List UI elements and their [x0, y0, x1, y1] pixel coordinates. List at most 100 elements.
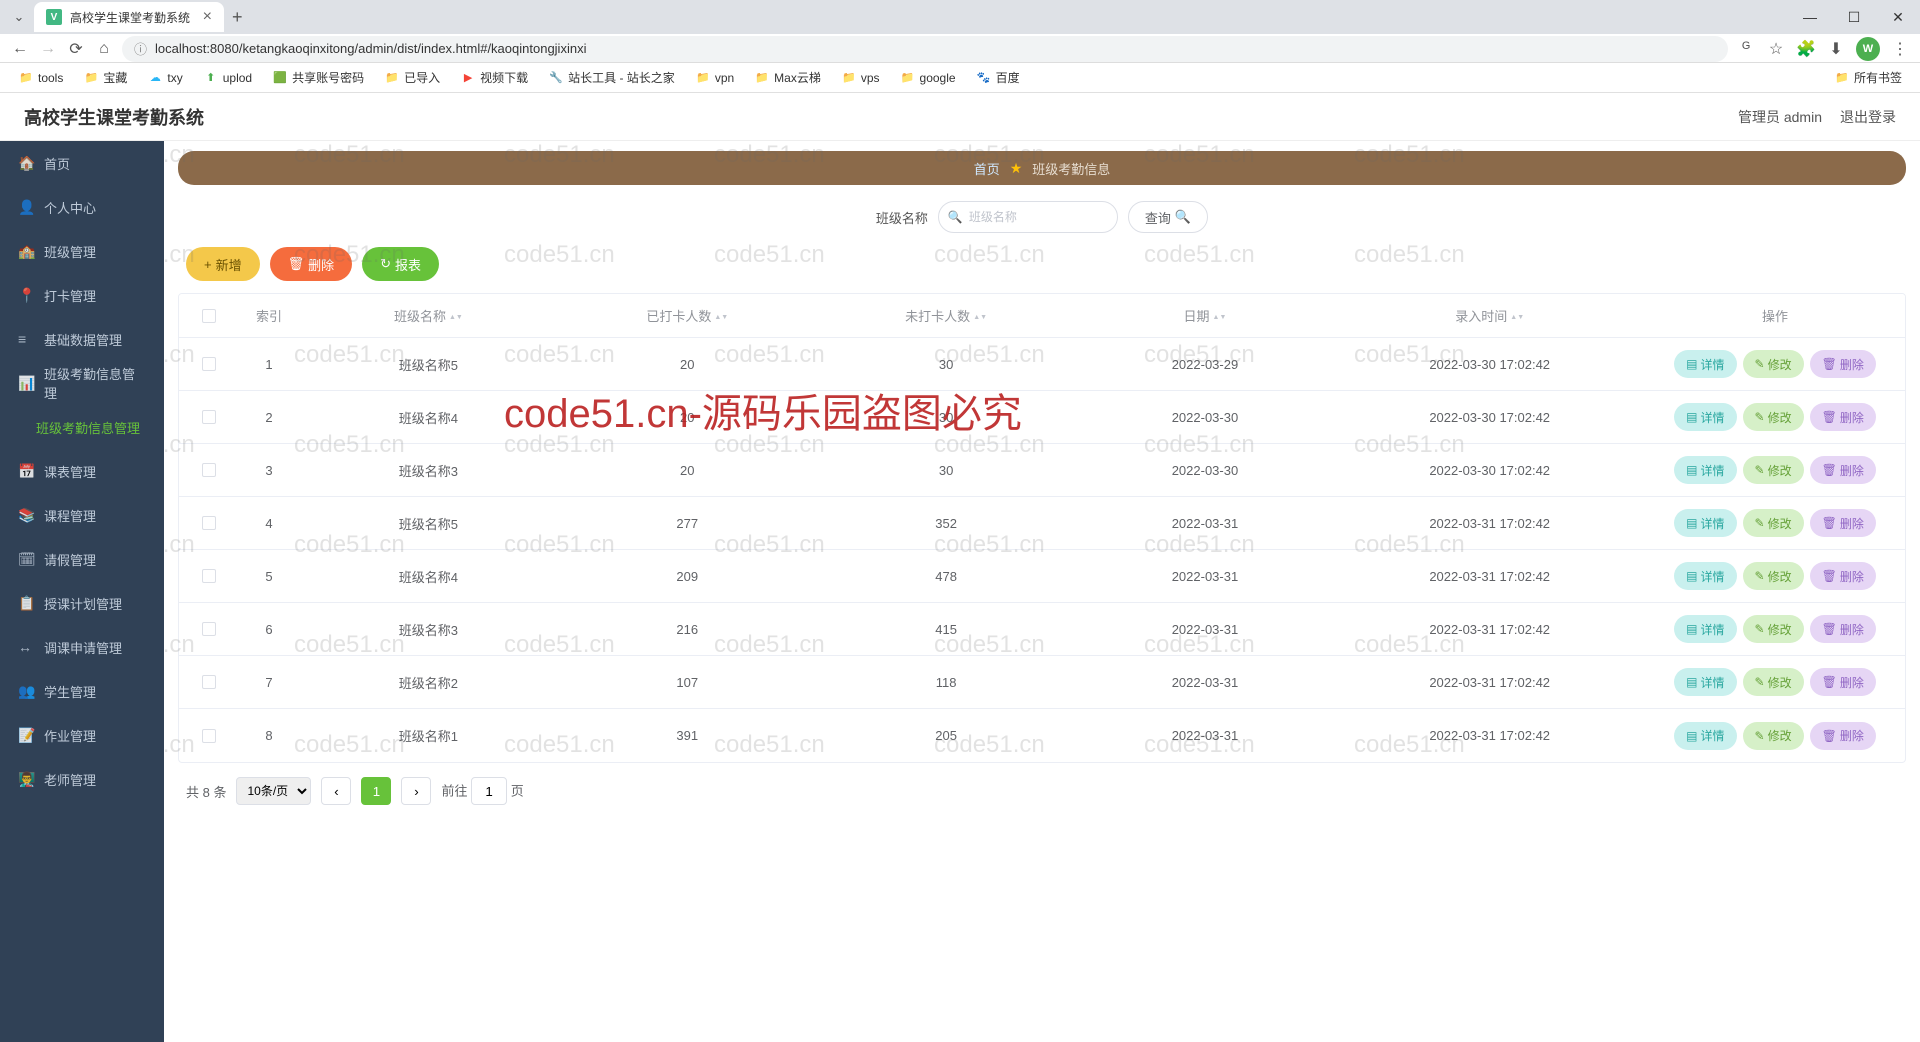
detail-button[interactable]: ▤ 详情	[1674, 456, 1736, 484]
sort-icon[interactable]: ▲▼	[1510, 314, 1524, 321]
select-all-checkbox[interactable]	[202, 309, 216, 323]
reload-button[interactable]: ⟳	[66, 39, 86, 59]
sidebar-item-homework[interactable]: 📝作业管理	[0, 713, 164, 757]
extensions-icon[interactable]: 🧩	[1796, 39, 1816, 59]
sidebar-item-plan[interactable]: 📋授课计划管理	[0, 581, 164, 625]
row-delete-button[interactable]: 🗑 删除	[1810, 668, 1876, 696]
row-checkbox[interactable]	[202, 675, 216, 689]
bookmark-item[interactable]: 🟩共享账号密码	[264, 65, 372, 90]
all-bookmarks[interactable]: 📁所有书签	[1826, 65, 1910, 90]
row-delete-button[interactable]: 🗑 删除	[1810, 509, 1876, 537]
delete-button[interactable]: 🗑删除	[270, 247, 353, 281]
logout-link[interactable]: 退出登录	[1840, 107, 1896, 127]
window-close-button[interactable]: ✕	[1876, 0, 1920, 34]
row-checkbox[interactable]	[202, 729, 216, 743]
sidebar-item-course[interactable]: 📚课程管理	[0, 493, 164, 537]
modify-button[interactable]: ✎ 修改	[1743, 456, 1804, 484]
sidebar-item-attendance-mgmt[interactable]: 📊班级考勤信息管理	[0, 361, 164, 405]
row-delete-button[interactable]: 🗑 删除	[1810, 403, 1876, 431]
detail-button[interactable]: ▤ 详情	[1674, 403, 1736, 431]
bookmark-item[interactable]: ⬆uplod	[195, 66, 260, 90]
bookmark-item[interactable]: 📁vpn	[687, 66, 742, 90]
bookmark-item[interactable]: 🔧站长工具 - 站长之家	[540, 65, 683, 90]
sidebar-item-checkin[interactable]: 📍打卡管理	[0, 273, 164, 317]
bookmark-item[interactable]: ☁txy	[139, 66, 190, 90]
detail-button[interactable]: ▤ 详情	[1674, 615, 1736, 643]
search-input[interactable]	[938, 201, 1118, 233]
detail-button[interactable]: ▤ 详情	[1674, 668, 1736, 696]
sidebar-item-leave[interactable]: 🗓请假管理	[0, 537, 164, 581]
page-size-select[interactable]: 10条/页	[236, 777, 311, 805]
sidebar-item-schedule[interactable]: 📅课表管理	[0, 449, 164, 493]
detail-button[interactable]: ▤ 详情	[1674, 350, 1736, 378]
bookmark-item[interactable]: 📁vps	[833, 66, 888, 90]
window-minimize-button[interactable]: —	[1788, 0, 1832, 34]
sidebar-item-home[interactable]: 🏠首页	[0, 141, 164, 185]
page-1-button[interactable]: 1	[361, 777, 391, 805]
forward-button[interactable]: →	[38, 39, 58, 59]
bookmark-item[interactable]: 📁宝藏	[75, 65, 135, 90]
sidebar-item-attendance-info[interactable]: 班级考勤信息管理	[0, 405, 164, 449]
sidebar-item-teacher[interactable]: 👨‍🏫老师管理	[0, 757, 164, 801]
row-checkbox[interactable]	[202, 516, 216, 530]
modify-button[interactable]: ✎ 修改	[1743, 668, 1804, 696]
row-delete-button[interactable]: 🗑 删除	[1810, 456, 1876, 484]
modify-button[interactable]: ✎ 修改	[1743, 615, 1804, 643]
trash-icon: 🗑	[288, 256, 305, 272]
browser-tab[interactable]: V 高校学生课堂考勤系统 ×	[34, 2, 224, 32]
sort-icon[interactable]: ▲▼	[449, 314, 463, 321]
sidebar-item-student[interactable]: 👥学生管理	[0, 669, 164, 713]
row-checkbox[interactable]	[202, 410, 216, 424]
row-delete-button[interactable]: 🗑 删除	[1810, 350, 1876, 378]
next-page-button[interactable]: ›	[401, 777, 431, 805]
new-tab-button[interactable]: +	[232, 7, 243, 28]
detail-button[interactable]: ▤ 详情	[1674, 562, 1736, 590]
row-delete-button[interactable]: 🗑 删除	[1810, 722, 1876, 750]
detail-button[interactable]: ▤ 详情	[1674, 509, 1736, 537]
header-user[interactable]: 管理员 admin	[1738, 107, 1822, 127]
bookmark-item[interactable]: 🐾百度	[968, 65, 1028, 90]
site-info-icon[interactable]: ⓘ	[134, 39, 147, 58]
sort-icon[interactable]: ▲▼	[714, 314, 728, 321]
download-icon[interactable]: ⬇	[1826, 39, 1846, 59]
bookmark-item[interactable]: 📁已导入	[376, 65, 448, 90]
row-checkbox[interactable]	[202, 357, 216, 371]
row-checkbox[interactable]	[202, 463, 216, 477]
modify-button[interactable]: ✎ 修改	[1743, 403, 1804, 431]
bookmark-item[interactable]: 📁Max云梯	[746, 65, 829, 90]
goto-input[interactable]	[471, 777, 507, 805]
bookmark-item[interactable]: 📁google	[892, 66, 964, 90]
home-button[interactable]: ⌂	[94, 39, 114, 59]
translate-icon[interactable]: ᴳ	[1736, 39, 1756, 59]
modify-button[interactable]: ✎ 修改	[1743, 562, 1804, 590]
sort-icon[interactable]: ▲▼	[973, 314, 987, 321]
row-delete-button[interactable]: 🗑 删除	[1810, 615, 1876, 643]
report-button[interactable]: ↻报表	[362, 247, 439, 281]
detail-button[interactable]: ▤ 详情	[1674, 722, 1736, 750]
back-button[interactable]: ←	[10, 39, 30, 59]
modify-button[interactable]: ✎ 修改	[1743, 350, 1804, 378]
breadcrumb-home[interactable]: 首页	[974, 159, 1000, 178]
modify-button[interactable]: ✎ 修改	[1743, 722, 1804, 750]
row-delete-button[interactable]: 🗑 删除	[1810, 562, 1876, 590]
profile-avatar[interactable]: W	[1856, 37, 1880, 61]
modify-button[interactable]: ✎ 修改	[1743, 509, 1804, 537]
tab-close-icon[interactable]: ×	[203, 8, 212, 26]
sort-icon[interactable]: ▲▼	[1213, 314, 1227, 321]
search-button[interactable]: 查询 🔍	[1128, 201, 1208, 233]
sidebar-item-basedata[interactable]: ≡基础数据管理	[0, 317, 164, 361]
row-checkbox[interactable]	[202, 622, 216, 636]
add-button[interactable]: +新增	[186, 247, 260, 281]
menu-icon[interactable]: ⋮	[1890, 39, 1910, 59]
window-maximize-button[interactable]: ☐	[1832, 0, 1876, 34]
sidebar-item-reschedule[interactable]: ↔调课申请管理	[0, 625, 164, 669]
sidebar-item-profile[interactable]: 👤个人中心	[0, 185, 164, 229]
prev-page-button[interactable]: ‹	[321, 777, 351, 805]
sidebar-item-class[interactable]: 🏫班级管理	[0, 229, 164, 273]
url-bar[interactable]: ⓘ localhost:8080/ketangkaoqinxitong/admi…	[122, 36, 1728, 62]
bookmark-item[interactable]: ▶视频下载	[452, 65, 536, 90]
row-checkbox[interactable]	[202, 569, 216, 583]
tab-dropdown-icon[interactable]: ⌄	[8, 6, 30, 28]
bookmark-item[interactable]: 📁tools	[10, 66, 71, 90]
bookmark-star-icon[interactable]: ☆	[1766, 39, 1786, 59]
